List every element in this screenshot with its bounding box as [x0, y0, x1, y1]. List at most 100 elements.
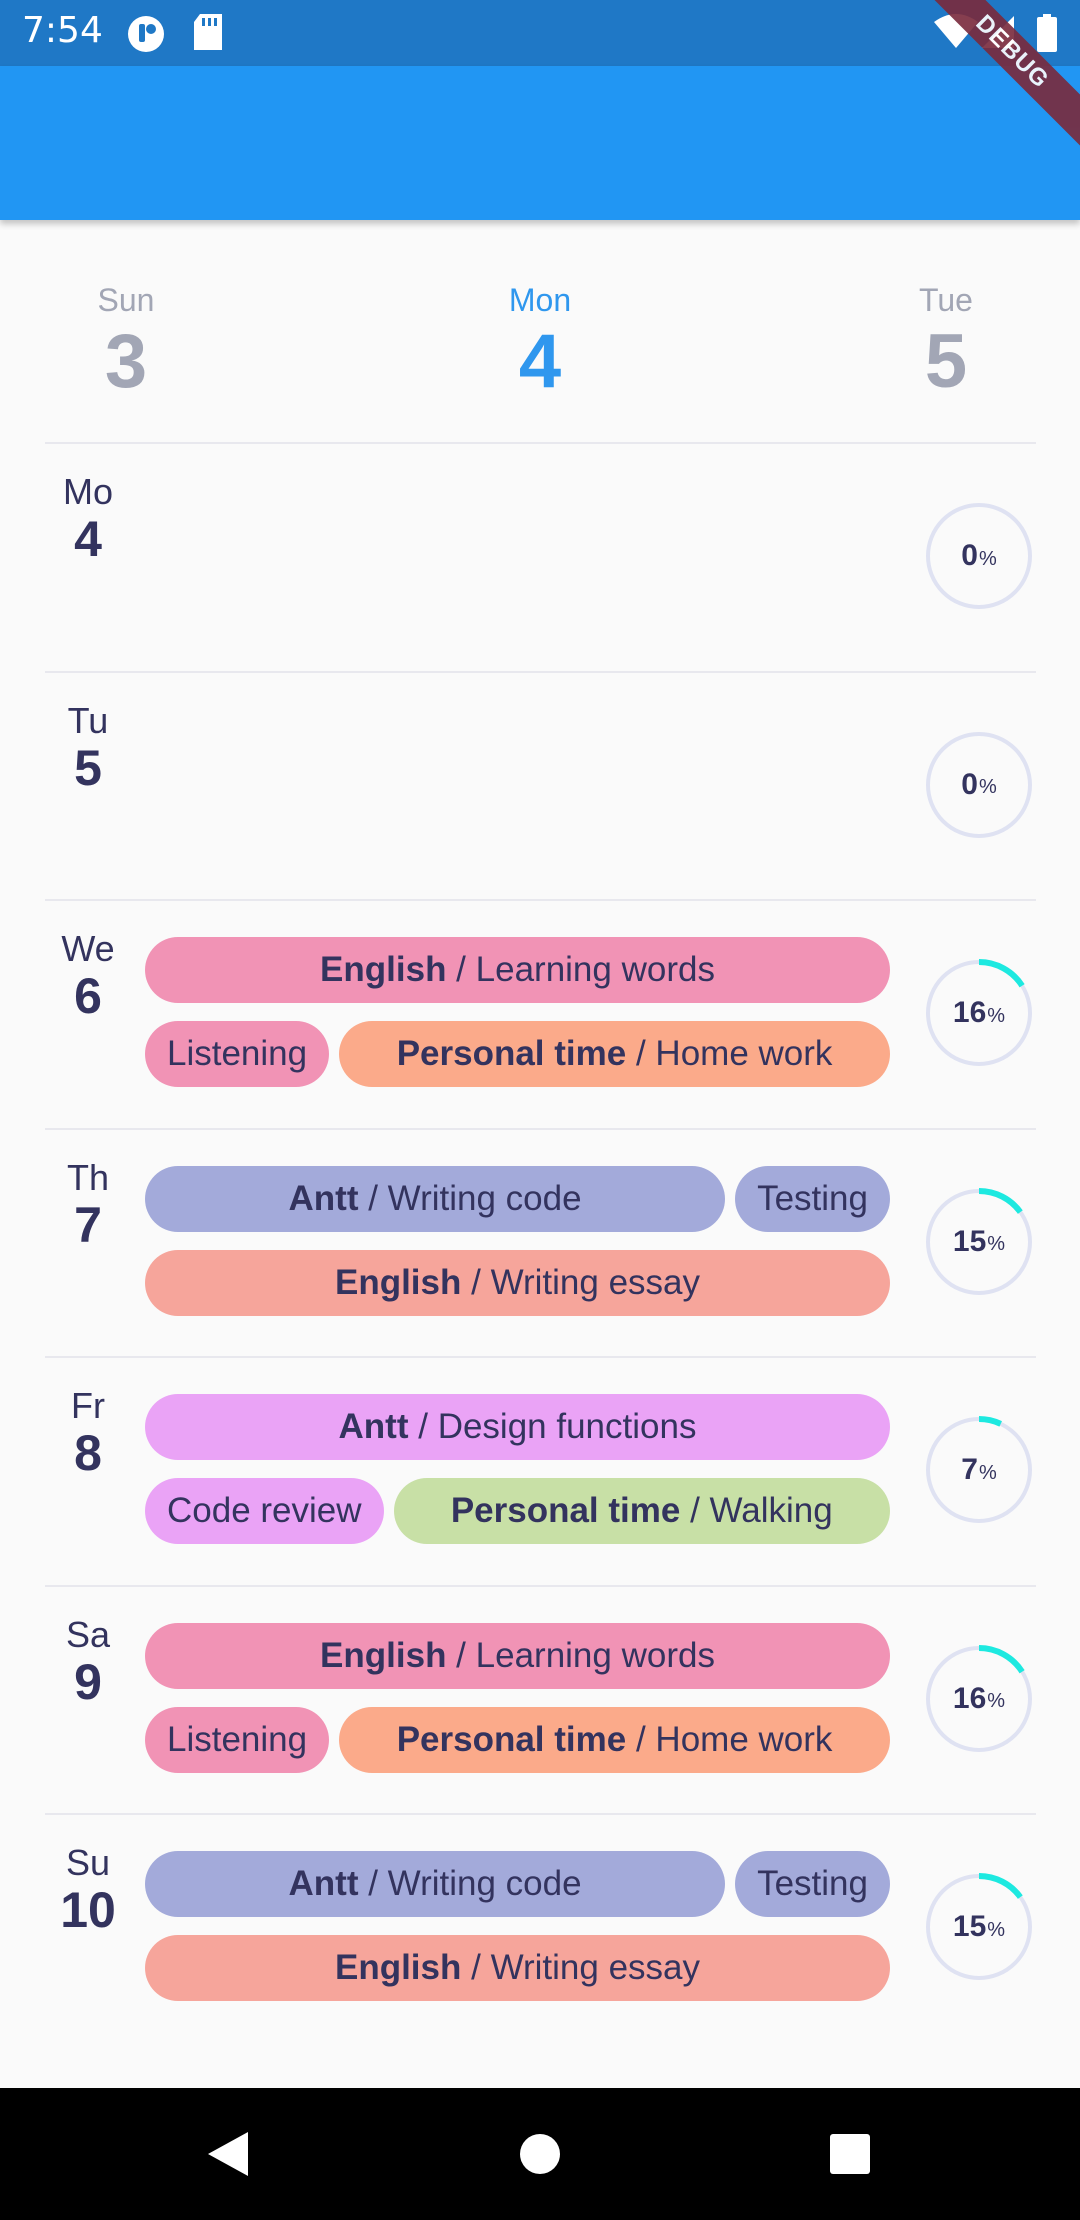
- chip-task: Testing: [757, 1178, 868, 1218]
- chip-line: English / Learning words: [145, 1622, 890, 1689]
- chip-separator: /: [626, 1719, 656, 1759]
- chip-line: Listening Personal time / Home work: [145, 1021, 890, 1087]
- chip-task: Writing code: [387, 1178, 582, 1218]
- chip-task: Testing: [757, 1864, 868, 1903]
- progress-value: 7: [961, 1453, 978, 1486]
- recents-icon[interactable]: [820, 2124, 880, 2184]
- chip-category: Personal time: [450, 1491, 681, 1530]
- progress-value: 0: [961, 539, 978, 572]
- chip-separator: /: [358, 1864, 388, 1903]
- chip-separator: /: [461, 1262, 491, 1302]
- task-chip[interactable]: English / Learning words: [145, 1622, 890, 1689]
- task-chip[interactable]: Listening: [145, 1706, 330, 1773]
- progress-percent: 0%: [923, 729, 1035, 841]
- progress-ring: 7%: [923, 1414, 1035, 1526]
- task-chip[interactable]: Personal time / Home work: [339, 1021, 890, 1087]
- chip-separator: /: [358, 1178, 388, 1218]
- progress-unit: %: [978, 547, 997, 570]
- day-row[interactable]: We 6 English / Learning words Listening Pers…: [45, 899, 1036, 1127]
- day-row[interactable]: Th 7 Antt / Writing code Testing English / W…: [45, 1127, 1036, 1356]
- chip-line: Listening Personal time / Home work: [145, 1706, 890, 1773]
- progress-ring: 16%: [923, 1643, 1035, 1755]
- chip-category: Personal time: [396, 1719, 627, 1759]
- back-icon[interactable]: [200, 2124, 260, 2184]
- chip-line: Antt / Writing code Testing: [145, 1165, 890, 1232]
- chip-separator: /: [446, 950, 476, 989]
- day-row[interactable]: Su 10 Antt / Writing code Testing English / …: [45, 1813, 1036, 2041]
- day-row[interactable]: Sa 9 English / Learning words Listening Pers…: [45, 1584, 1036, 1813]
- row-day-name: Mo: [62, 471, 113, 512]
- progress-unit: %: [978, 776, 997, 798]
- day-row[interactable]: Mo 4 0%: [45, 442, 1036, 670]
- row-day-label: Su 10: [53, 1843, 123, 1938]
- task-chips: English / Learning words Listening Persona…: [145, 937, 890, 1105]
- progress-unit: %: [987, 1690, 1006, 1712]
- chip-task: Learning words: [475, 950, 715, 989]
- row-day-date: 9: [74, 1653, 102, 1710]
- task-chip[interactable]: Testing: [735, 1165, 890, 1232]
- progress-value: 16: [952, 1681, 987, 1715]
- chip-task: Listening: [167, 1719, 308, 1759]
- task-chip[interactable]: Code review: [145, 1478, 384, 1544]
- row-day-name: We: [61, 928, 115, 969]
- chip-category: Personal time: [396, 1034, 627, 1073]
- progress-unit: %: [987, 1233, 1006, 1255]
- progress-ring: 15%: [923, 1186, 1035, 1298]
- row-day-name: Tu: [67, 699, 109, 741]
- progress-percent: 7%: [923, 1414, 1035, 1526]
- task-chip[interactable]: Antt / Design functions: [145, 1394, 890, 1460]
- chip-line: English / Writing essay: [145, 1935, 890, 2001]
- chip-separator: /: [446, 1635, 476, 1675]
- progress-value: 16: [952, 996, 987, 1029]
- task-chip[interactable]: Antt / Writing code: [145, 1851, 726, 1917]
- status-time: 7:54: [22, 10, 103, 51]
- chip-category: Antt: [288, 1178, 359, 1218]
- chip-line: Antt / Design functions: [145, 1394, 890, 1460]
- status-bar: 7:54: [0, 0, 1080, 66]
- week-day-sun[interactable]: Sun 3: [26, 280, 226, 404]
- task-chip[interactable]: English / Learning words: [145, 937, 890, 1003]
- chip-separator: /: [680, 1491, 710, 1530]
- task-chip[interactable]: Personal time / Home work: [339, 1706, 890, 1773]
- progress-percent: 15%: [923, 1871, 1035, 1983]
- row-day-date: 5: [74, 739, 102, 796]
- chip-separator: /: [626, 1034, 656, 1073]
- row-day-name: Fr: [71, 1385, 105, 1426]
- chip-separator: /: [461, 1948, 491, 1987]
- row-day-label: Th 7: [53, 1157, 123, 1252]
- task-chip[interactable]: Personal time / Walking: [393, 1478, 890, 1544]
- row-day-date: 6: [74, 968, 102, 1024]
- chip-task: Writing essay: [490, 1262, 700, 1302]
- task-chip[interactable]: English / Writing essay: [145, 1935, 890, 2001]
- task-chip[interactable]: English / Writing essay: [145, 1249, 890, 1316]
- progress-unit: %: [987, 1918, 1006, 1941]
- day-row[interactable]: Tu 5 0%: [45, 670, 1036, 899]
- task-chip[interactable]: Testing: [735, 1851, 890, 1917]
- progress-percent: 0%: [923, 500, 1035, 612]
- row-day-date: 8: [74, 1425, 102, 1481]
- chip-task: Writing essay: [490, 1948, 700, 1987]
- app-bar: [0, 66, 1080, 220]
- progress-ring: 16%: [923, 957, 1035, 1069]
- row-day-date: 10: [60, 1882, 116, 1938]
- wifi-icon: [934, 14, 978, 55]
- task-chip[interactable]: Antt / Writing code: [145, 1165, 726, 1232]
- row-day-date: 4: [74, 511, 102, 567]
- week-day-name: Sun: [97, 282, 155, 318]
- progress-percent: 16%: [923, 957, 1035, 1069]
- row-day-label: Mo 4: [53, 471, 123, 567]
- day-row[interactable]: Fr 8 Antt / Design functions Code review Per…: [45, 1356, 1036, 1584]
- task-chips: English / Learning words Listening Persona…: [145, 1622, 890, 1791]
- chip-task: Listening: [167, 1034, 308, 1073]
- week-day-tue[interactable]: Tue 5: [846, 280, 1046, 404]
- row-day-label: Tu 5: [53, 699, 123, 796]
- week-day-name: Tue: [919, 282, 973, 318]
- task-chip[interactable]: Listening: [145, 1021, 330, 1087]
- week-day-mon[interactable]: Mon 4: [440, 280, 640, 404]
- row-day-label: We 6: [53, 928, 123, 1024]
- task-chips: Antt / Writing code Testing English / Writ…: [145, 1165, 890, 1334]
- chip-category: English: [320, 950, 447, 989]
- home-icon[interactable]: [510, 2124, 570, 2184]
- chip-category: English: [320, 1635, 447, 1675]
- row-day-label: Fr 8: [53, 1385, 123, 1481]
